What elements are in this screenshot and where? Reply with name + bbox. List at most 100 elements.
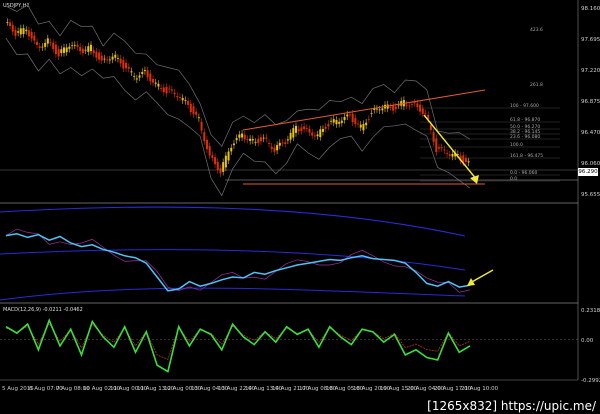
candle-body (432, 132, 435, 142)
current-price-badge: 96.290 (578, 168, 598, 176)
candle-body (149, 73, 152, 82)
candle-body (179, 96, 181, 98)
candle-body (300, 127, 303, 132)
candle-body (362, 123, 365, 131)
candle-body (76, 44, 79, 47)
candle-body (351, 113, 354, 123)
candle-body (289, 132, 292, 140)
candle-body (157, 83, 160, 87)
candle-body (79, 46, 82, 52)
candle-body (114, 54, 117, 58)
candle-body (254, 141, 257, 143)
candle-body (68, 46, 71, 49)
macd-tick-label: -0.2992 (581, 378, 600, 384)
candle-body (203, 132, 206, 142)
candle-body (357, 123, 360, 125)
candle-body (108, 59, 111, 61)
candle-body (437, 147, 440, 149)
candle-body (11, 24, 14, 32)
candle-body (273, 147, 276, 152)
candle-body (335, 120, 338, 125)
candle-body (36, 41, 39, 45)
candle-body (313, 135, 316, 137)
candle-body (232, 143, 235, 146)
candle-body (249, 138, 252, 141)
x-tick-label: 21 Aug 10:00 (461, 386, 499, 392)
candle-body (84, 49, 87, 51)
candle-body (87, 46, 90, 52)
candle-body (197, 117, 200, 119)
candle-body (464, 157, 467, 163)
osc-arrow-icon (467, 278, 475, 286)
candle-body (141, 71, 144, 74)
candle-body (257, 138, 260, 143)
candle-body (133, 76, 136, 78)
candle-body (143, 70, 146, 72)
candle-body (330, 120, 333, 122)
candle-body (189, 103, 192, 113)
price-tick-label: 95.655 (581, 192, 600, 198)
candle-body (297, 129, 300, 132)
fib-label: 423.6 (530, 27, 543, 33)
candle-body (451, 153, 454, 157)
candle-body (378, 109, 381, 111)
price-tick-label: 97.695 (581, 37, 600, 43)
candle-body (327, 123, 330, 127)
candle-body (119, 58, 122, 64)
candle-body (448, 154, 451, 156)
candle-body (276, 145, 279, 151)
candle-body (30, 32, 33, 39)
candle-body (270, 146, 273, 149)
candle-body (146, 70, 149, 78)
price-tick-label: 96.875 (581, 99, 600, 105)
candle-body (41, 46, 44, 48)
candle-body (6, 21, 9, 23)
macd-panel (0, 318, 578, 373)
candle-body (408, 105, 411, 107)
candle-body (222, 162, 225, 172)
candle-body (89, 44, 92, 52)
candle-body (22, 28, 25, 35)
candle-body (14, 29, 17, 36)
candle-body (259, 137, 262, 142)
candle-body (122, 60, 125, 69)
lower-band (5, 37, 471, 197)
candle-body (192, 106, 195, 115)
candle-body (311, 132, 314, 136)
candle-body (168, 88, 171, 90)
fibonacci-levels: 423.6261.8100 - 97.60061.8 - 96.87050.0 … (420, 27, 560, 182)
candle-body (162, 87, 165, 93)
candle-body (365, 122, 368, 126)
candle-body (219, 168, 222, 174)
price-tick-label: 96.470 (581, 130, 600, 136)
candle-body (205, 139, 208, 150)
candle-body (176, 96, 179, 98)
candle-body (17, 31, 20, 33)
candle-body (413, 102, 416, 104)
candle-body (27, 30, 30, 37)
candle-body (173, 92, 176, 94)
candle-body (246, 138, 249, 140)
candle-body (103, 58, 106, 60)
candle-body (367, 118, 370, 120)
candle-body (100, 55, 103, 61)
candle-body (165, 86, 168, 94)
candle-body (340, 120, 343, 123)
candle-body (338, 121, 341, 124)
candle-body (65, 47, 68, 53)
macd-tick-label: 0.00 (581, 338, 594, 344)
candle-body (411, 104, 413, 105)
candle-body (286, 139, 289, 141)
macd-line (5, 318, 471, 373)
candle-body (303, 126, 306, 130)
candle-body (308, 128, 311, 133)
candle-body (152, 78, 155, 83)
candle-body (278, 142, 281, 146)
candle-body (265, 137, 268, 139)
candle-body (446, 153, 449, 155)
candle-body (348, 114, 351, 116)
candle-body (187, 100, 190, 105)
envelope-mid (0, 249, 466, 271)
price-tick-label: 98.160 (581, 6, 600, 12)
candle-body (435, 138, 438, 153)
